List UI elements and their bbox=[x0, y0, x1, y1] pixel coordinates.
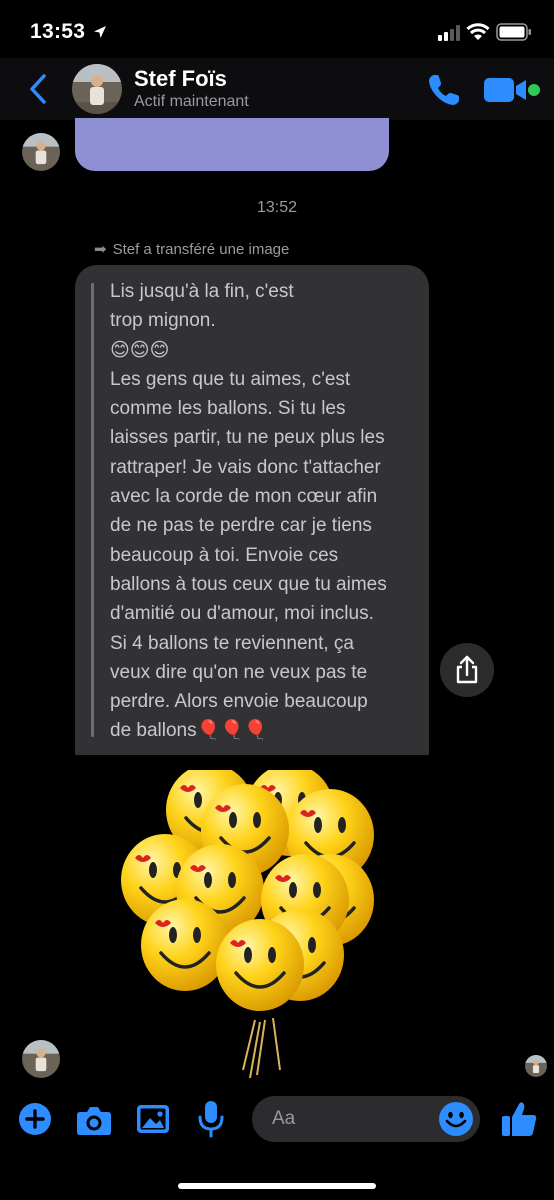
contact-avatar[interactable] bbox=[72, 64, 122, 114]
microphone-icon[interactable] bbox=[198, 1100, 224, 1138]
image-icon[interactable] bbox=[136, 1102, 170, 1136]
quote-bar bbox=[91, 283, 94, 737]
emoji-icon[interactable] bbox=[438, 1101, 474, 1137]
conversation-header: Stef Foïs Actif maintenant bbox=[0, 58, 554, 120]
home-indicator[interactable] bbox=[178, 1183, 376, 1189]
message-timestamp: 13:52 bbox=[256, 199, 298, 216]
seen-receipt-avatar bbox=[525, 1055, 547, 1077]
wifi-icon bbox=[466, 23, 490, 40]
presence-status: Actif maintenant bbox=[134, 93, 249, 110]
forwarded-message-text: Lis jusqu'à la fin, c'est trop mignon. 😊… bbox=[110, 281, 387, 742]
forward-note: ➡ Stef a transféré une image bbox=[94, 240, 289, 258]
online-indicator bbox=[528, 84, 540, 96]
sender-avatar[interactable] bbox=[22, 133, 60, 171]
cellular-signal-icon bbox=[438, 25, 460, 41]
battery-icon bbox=[496, 23, 531, 41]
plus-icon[interactable] bbox=[18, 1102, 52, 1136]
phone-icon[interactable] bbox=[426, 72, 462, 108]
forwarded-message-bubble[interactable]: Lis jusqu'à la fin, c'est trop mignon. 😊… bbox=[75, 265, 429, 755]
back-chevron-icon[interactable] bbox=[24, 72, 54, 106]
location-arrow-icon bbox=[94, 26, 106, 38]
smiley-balloons-image[interactable] bbox=[115, 770, 385, 1080]
forward-note-text: Stef a transféré une image bbox=[112, 241, 290, 258]
message-input-placeholder: Aa bbox=[272, 1108, 296, 1129]
share-icon[interactable] bbox=[440, 643, 494, 697]
sender-avatar[interactable] bbox=[22, 1040, 60, 1078]
message-input[interactable]: Aa bbox=[252, 1096, 480, 1142]
thumbs-up-icon[interactable] bbox=[500, 1100, 538, 1138]
contact-name[interactable]: Stef Foïs bbox=[134, 66, 227, 92]
camera-icon[interactable] bbox=[76, 1104, 112, 1136]
video-camera-icon[interactable] bbox=[484, 76, 528, 104]
status-time: 13:53 bbox=[30, 20, 86, 43]
previous-message-bubble[interactable] bbox=[75, 118, 389, 171]
forward-arrow-icon: ➡ bbox=[94, 241, 107, 258]
status-bar: 13:53 bbox=[0, 0, 554, 66]
